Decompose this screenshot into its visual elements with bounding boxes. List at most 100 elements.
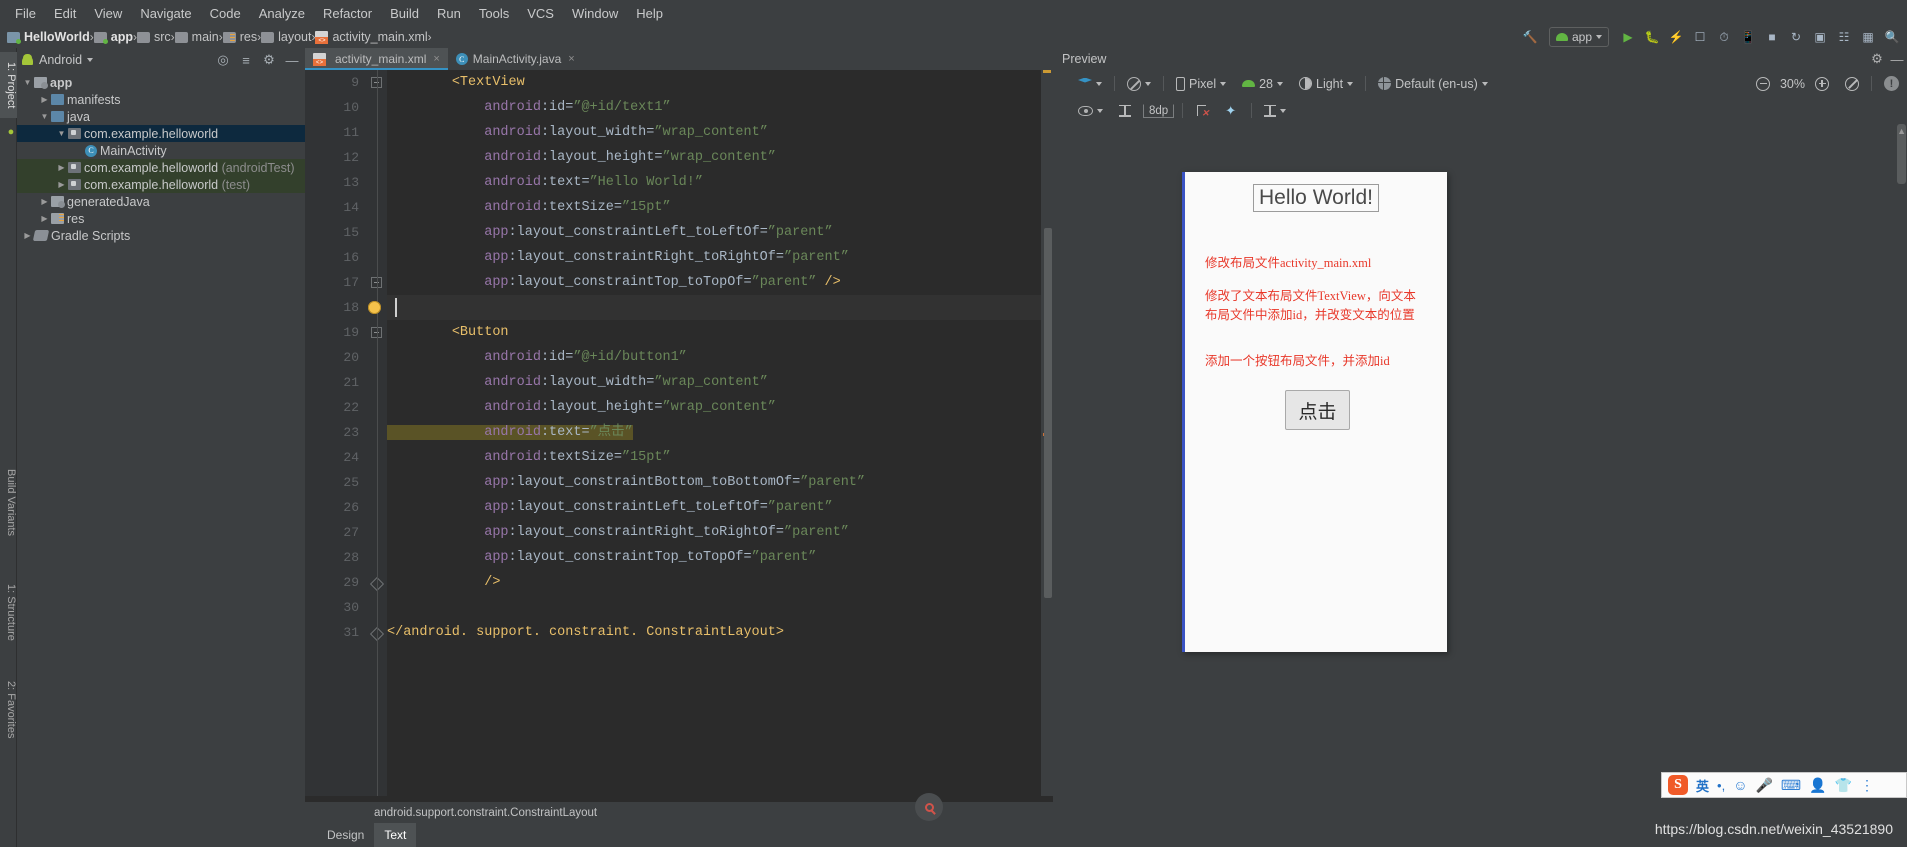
chevron-right-icon[interactable]: ▶ [38,95,51,104]
button-dianji[interactable]: 点击 [1285,390,1350,430]
breadcrumb-item-file[interactable]: activity_main.xml [315,30,428,44]
collapse-all-icon[interactable]: ≡ [237,51,255,69]
menu-item-run[interactable]: Run [428,3,470,24]
tab-activity-main-xml[interactable]: activity_main.xml × [305,48,448,70]
ime-emoji-icon[interactable]: ☺ [1733,777,1747,793]
ime-keyboard-icon[interactable]: ⌨ [1781,777,1801,794]
tree-row-gradle-scripts[interactable]: ▶ Gradle Scripts [17,227,305,244]
default-margin-button[interactable]: 8dp [1139,100,1178,122]
chevron-right-icon[interactable]: ▶ [21,231,34,240]
menu-item-window[interactable]: Window [563,3,627,24]
sogou-ime-icon[interactable]: S [1668,775,1688,795]
design-mode-selector[interactable] [1070,73,1110,95]
breadcrumb-item-src[interactable]: src [136,30,171,44]
chevron-down-icon[interactable]: ▼ [38,112,51,121]
ime-account-icon[interactable]: 👤 [1809,777,1826,794]
sdk-manager-icon[interactable]: ☷ [1833,26,1855,48]
rail-favorites[interactable]: 2: Favorites [0,664,17,756]
close-icon[interactable]: × [568,53,574,65]
gear-icon[interactable]: ⚙ [1867,49,1887,69]
tree-row-java[interactable]: ▼ java [17,108,305,125]
run-icon[interactable]: ▶ [1617,26,1639,48]
zoom-fit-button[interactable] [1837,73,1867,95]
chevron-right-icon[interactable]: ▶ [55,180,68,189]
chevron-right-icon[interactable]: ▶ [38,214,51,223]
zoom-in-button[interactable] [1807,73,1837,95]
tab-text[interactable]: Text [374,823,417,847]
orientation-selector[interactable] [1119,73,1159,95]
menu-item-view[interactable]: View [85,3,131,24]
ime-punctuation-icon[interactable]: •, [1717,778,1725,793]
ime-mode-label[interactable]: 英 [1696,776,1709,795]
tree-row-mainactivity[interactable]: C MainActivity [17,142,305,159]
chevron-down-icon[interactable]: ▼ [21,78,34,87]
api-level-selector[interactable]: 28 [1234,73,1291,95]
vertical-scrollbar-thumb[interactable] [1044,228,1052,598]
autoconnect-toggle[interactable] [1111,100,1139,122]
tree-row-res[interactable]: ▶ res [17,210,305,227]
scroll-up-icon[interactable]: ▲ [1897,126,1906,136]
search-icon[interactable]: 🔍 [1881,26,1903,48]
breadcrumb-item-main[interactable]: main [174,30,219,44]
stop-icon[interactable]: ■ [1761,26,1783,48]
menu-item-code[interactable]: Code [201,3,250,24]
breadcrumb-item-project[interactable]: HelloWorld [7,30,90,44]
textview-hello-world[interactable]: Hello World! [1253,184,1379,212]
profiler-icon[interactable]: ⏱ [1713,26,1735,48]
tree-row-com-example-helloworld[interactable]: ▶ com.example.helloworld (test) [17,176,305,193]
menu-item-refactor[interactable]: Refactor [314,3,381,24]
tree-row-app[interactable]: ▼ app [17,74,305,91]
menu-item-tools[interactable]: Tools [470,3,518,24]
warning-marker[interactable] [1043,70,1051,73]
tab-design[interactable]: Design [317,823,374,847]
issues-button[interactable]: ! [1876,73,1907,95]
rail-build-variants[interactable]: Build Variants [0,448,17,558]
chevron-down-icon[interactable]: ▼ [55,129,68,138]
rail-structure[interactable]: 1: Structure [0,568,17,656]
tree-row-generatedjava[interactable]: ▶ generatedJava [17,193,305,210]
ime-skin-icon[interactable]: 👕 [1835,777,1852,794]
preview-scrollbar[interactable] [1896,124,1907,847]
chevron-down-icon[interactable] [87,58,94,62]
theme-selector[interactable]: Light [1291,73,1361,95]
hide-icon[interactable]: — [283,51,301,69]
breadcrumb-item-res[interactable]: res [222,30,257,44]
intention-bulb-icon[interactable] [368,301,381,314]
rail-project[interactable]: 1: Project [0,52,17,118]
project-structure-icon[interactable]: ▦ [1857,26,1879,48]
editor-marker-bar[interactable] [1041,70,1053,796]
gear-icon[interactable]: ⚙ [260,51,278,69]
tab-main-activity-java[interactable]: C MainActivity.java × [448,48,583,70]
menu-item-help[interactable]: Help [627,3,672,24]
code-editor[interactable]: 9 10 11 12 13 14 15 16 17 18 19 20 21 22 23 24 25 26 27 28 2… [305,70,1053,796]
breadcrumb-item-layout[interactable]: layout [261,30,311,44]
hammer-icon[interactable]: 🔨 [1519,26,1541,48]
ime-menu-icon[interactable]: ⋮ [1860,777,1874,794]
chevron-right-icon[interactable]: ▶ [55,163,68,172]
close-icon[interactable]: × [433,53,439,65]
show-constraints-toggle[interactable] [1070,100,1111,122]
menu-item-navigate[interactable]: Navigate [131,3,200,24]
layout-inspector-icon[interactable]: ▣ [1809,26,1831,48]
tree-row-manifests[interactable]: ▶ manifests [17,91,305,108]
attach-debugger-icon[interactable]: ⚡ [1665,26,1687,48]
menu-item-vcs[interactable]: VCS [518,3,563,24]
sync-icon[interactable]: ↻ [1785,26,1807,48]
tree-row-com-example-helloworld[interactable]: ▼ com.example.helloworld [17,125,305,142]
hide-icon[interactable]: — [1887,49,1907,69]
menu-item-file[interactable]: File [6,3,45,24]
avd-manager-icon[interactable]: 📱 [1737,26,1759,48]
device-render[interactable]: Hello World! 修改布局文件activity_main.xml 修改了… [1182,172,1447,652]
ime-voice-icon[interactable]: 🎤 [1755,777,1772,794]
guidelines-menu[interactable] [1256,100,1294,122]
menu-item-edit[interactable]: Edit [45,3,85,24]
target-icon[interactable]: ◎ [214,51,232,69]
locale-selector[interactable]: Default (en-us) [1370,73,1496,95]
debug-icon[interactable]: 🐛 [1641,26,1663,48]
run-configuration-selector[interactable]: app [1548,27,1609,47]
menu-item-build[interactable]: Build [381,3,428,24]
menu-item-analyze[interactable]: Analyze [250,3,314,24]
chevron-right-icon[interactable]: ▶ [38,197,51,206]
device-selector[interactable]: Pixel [1168,73,1234,95]
zoom-out-button[interactable] [1748,73,1778,95]
